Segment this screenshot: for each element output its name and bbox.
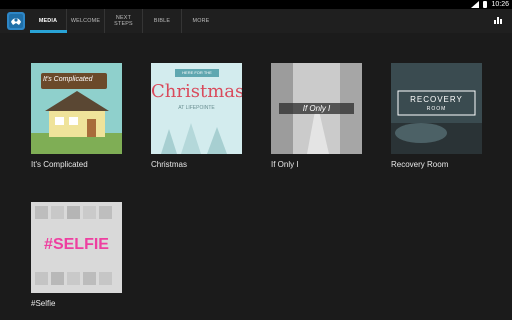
thumbnail-text: If Only I: [302, 104, 331, 113]
battery-icon: [483, 1, 488, 8]
thumbnail-sub-text: ROOM: [426, 106, 447, 112]
status-time: 10:26: [491, 1, 509, 8]
bar-chart-icon[interactable]: [493, 15, 503, 25]
thumbnail-top-text: HERE FOR THE: [182, 70, 212, 75]
thumbnail-text: #SELFIE: [44, 236, 109, 253]
series-card-recovery-room[interactable]: RECOVERY ROOM Recovery Room: [391, 63, 482, 169]
signal-icon: [471, 1, 480, 8]
series-title: Recovery Room: [391, 160, 449, 169]
thumbnail-sub-text: AT LIFEPOINTE: [178, 105, 215, 111]
church-logo-icon[interactable]: [7, 12, 25, 30]
series-title: If Only I: [271, 160, 299, 169]
media-grid: It's Complicated It's Complicated HERE F…: [0, 33, 512, 320]
series-thumbnail: HERE FOR THE Christmas AT LIFEPOINTE: [151, 63, 242, 154]
series-title: Christmas: [151, 160, 188, 169]
series-card-if-only-i[interactable]: If Only I If Only I: [271, 63, 362, 169]
series-thumbnail: #SELFIE: [31, 202, 122, 293]
status-bar: 10:26: [0, 0, 512, 9]
tab-next-steps[interactable]: NEXT STEPS: [105, 9, 143, 33]
tab-welcome[interactable]: WELCOME: [67, 9, 105, 33]
thumbnail-text: It's Complicated: [43, 76, 93, 83]
tab-bible[interactable]: BIBLE: [143, 9, 182, 33]
series-thumbnail: It's Complicated: [31, 63, 122, 154]
series-thumbnail: RECOVERY ROOM: [391, 63, 482, 154]
series-title: It's Complicated: [31, 160, 88, 169]
series-card-selfie[interactable]: #SELFIE #Selfie: [31, 202, 122, 308]
thumbnail-text: RECOVERY: [410, 95, 463, 104]
thumbnail-text: Christmas: [151, 81, 242, 102]
app-bar: MEDIA WELCOME NEXT STEPS BIBLE MORE: [0, 9, 512, 33]
series-card-its-complicated[interactable]: It's Complicated It's Complicated: [31, 63, 122, 169]
tab-more[interactable]: MORE: [182, 9, 220, 33]
series-card-christmas[interactable]: HERE FOR THE Christmas AT LIFEPOINTE Chr…: [151, 63, 242, 169]
series-thumbnail: If Only I: [271, 63, 362, 154]
status-icons: 10:26: [471, 0, 509, 9]
series-title: #Selfie: [31, 299, 56, 308]
